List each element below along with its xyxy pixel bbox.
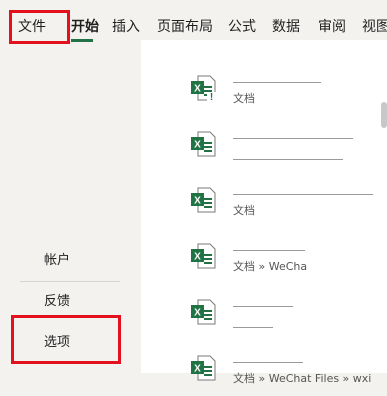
tab-insert[interactable]: 插入 [112, 16, 140, 36]
tab-formulas[interactable]: 公式 [228, 16, 256, 36]
recent-file-row[interactable]: X 文档 » WeChat Files » wxi [141, 340, 387, 396]
file-tab-highlight-box [9, 10, 70, 44]
tab-data[interactable]: 数据 [272, 16, 300, 36]
redacted-text [233, 182, 373, 195]
file-path [233, 146, 387, 160]
svg-text:X: X [194, 252, 201, 263]
redacted-text [233, 314, 273, 328]
redacted-text [233, 70, 321, 83]
sidebar-divider [20, 281, 120, 282]
excel-file-icon: X [191, 355, 216, 381]
excel-file-icon: X [191, 187, 216, 213]
file-path [233, 314, 387, 328]
excel-file-icon: X [191, 299, 216, 325]
file-path: 文档 » WeChat Files » wxi [233, 372, 372, 385]
recent-file-row[interactable]: X ! 文档 [141, 60, 387, 116]
recent-file-row[interactable]: X [141, 284, 387, 340]
svg-text:!: ! [210, 92, 213, 102]
excel-file-icon: X [191, 131, 216, 157]
recent-file-row[interactable]: X 文档 » WeCha [141, 228, 387, 284]
tab-home[interactable]: 开始 [71, 16, 99, 36]
excel-file-warning-icon: X ! [191, 75, 216, 102]
redacted-text [233, 126, 353, 139]
file-name [233, 293, 387, 308]
tab-page-layout[interactable]: 页面布局 [157, 16, 213, 36]
recent-files-panel: X ! 文档 X X 文档 X 文档 » WeCha X X 文档 » WeCh… [141, 40, 387, 385]
svg-text:X: X [194, 84, 201, 95]
file-name [233, 181, 387, 196]
file-name [233, 349, 387, 364]
svg-text:X: X [194, 196, 201, 207]
excel-file-icon: X [191, 243, 216, 269]
svg-text:X: X [194, 308, 201, 319]
sidebar-item-account[interactable]: 帐户 [44, 249, 70, 268]
file-path: 文档 » WeCha [233, 260, 308, 273]
redacted-text [233, 294, 293, 307]
recent-file-row[interactable]: X 文档 [141, 172, 387, 228]
file-path: 文档 [233, 92, 255, 105]
redacted-text [233, 146, 343, 160]
redacted-text [233, 350, 303, 363]
file-path: 文档 [233, 204, 255, 217]
redacted-text [233, 238, 305, 251]
file-name [233, 237, 387, 252]
options-highlight-box [11, 315, 121, 364]
file-name [233, 125, 387, 140]
recent-file-row[interactable]: X [141, 116, 387, 172]
active-tab-indicator [71, 39, 93, 42]
tab-view[interactable]: 视图 [362, 16, 387, 36]
tab-review[interactable]: 审阅 [318, 16, 346, 36]
svg-text:X: X [194, 140, 201, 151]
file-name [233, 69, 387, 84]
sidebar-item-feedback[interactable]: 反馈 [44, 290, 70, 309]
